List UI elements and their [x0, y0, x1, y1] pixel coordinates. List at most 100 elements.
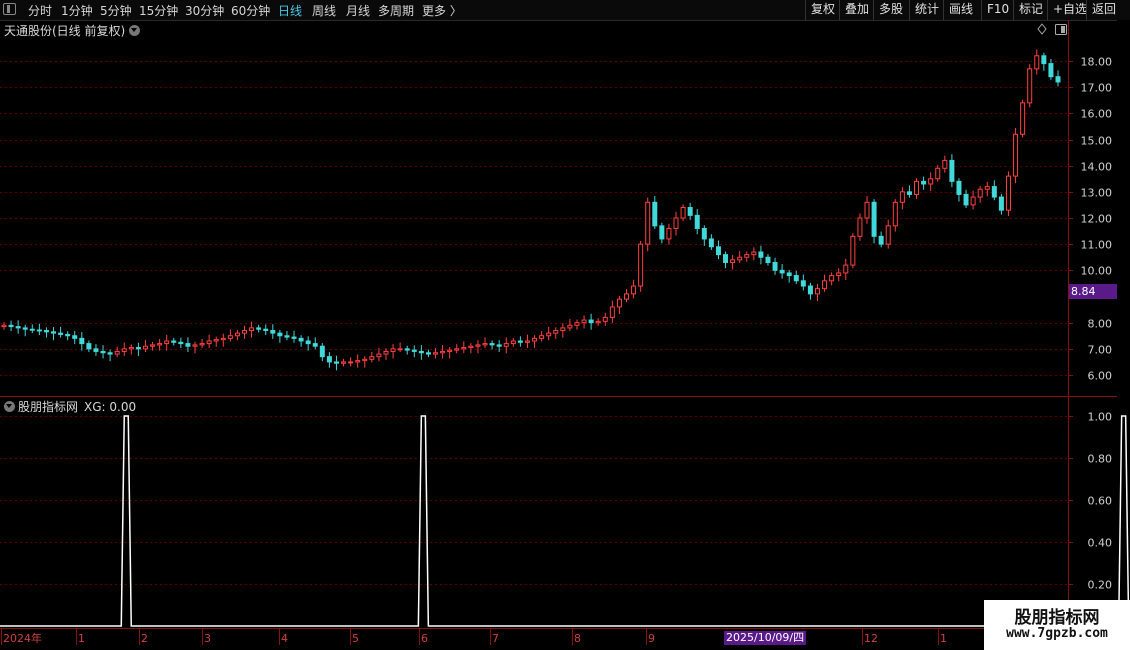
candle-body-148 [1048, 63, 1054, 78]
candle-body-105 [744, 254, 750, 258]
candle-body-129 [914, 180, 920, 195]
candle-body-70 [496, 344, 502, 347]
candle-body-118 [836, 272, 842, 277]
watermark-title: 股朋指标网 [1014, 608, 1100, 628]
x-label-9: 9 [648, 632, 655, 645]
candle-body-43 [305, 340, 311, 345]
candle-body-89 [631, 285, 637, 295]
candle-body-106 [751, 251, 757, 256]
candle-body-20 [142, 345, 148, 350]
candle-body-114 [807, 285, 813, 295]
candle-body-37 [263, 328, 269, 332]
candle-body-86 [609, 306, 615, 318]
candle-body-3 [22, 327, 28, 330]
candle-body-77 [546, 332, 552, 337]
ind-tick-label-2: 0.60 [1088, 495, 1113, 508]
indicator-name: 股朋指标网 [18, 400, 79, 414]
candle-body-75 [532, 337, 538, 342]
candle-body-71 [503, 343, 509, 347]
candle-body-72 [510, 340, 516, 345]
candle-body-22 [157, 343, 163, 346]
main-tick-label-4: 14.00 [1081, 161, 1113, 174]
candle-body-6 [43, 330, 49, 333]
candle-body-110 [779, 269, 785, 274]
candle-body-59 [418, 350, 424, 354]
candle-body-144 [1020, 102, 1026, 135]
candle-body-54 [383, 350, 389, 355]
cursor-date-tag: 2025/10/09/四 [724, 631, 807, 645]
main-chart-svg[interactable]: 18.0017.0016.0015.0014.0013.0012.0011.00… [0, 0, 1130, 650]
candle-body-146 [1034, 55, 1040, 70]
candle-body-52 [369, 356, 375, 360]
candle-body-56 [397, 348, 403, 351]
candle-body-104 [737, 256, 743, 261]
candle-body-90 [638, 243, 644, 287]
candle-body-10 [72, 335, 78, 339]
candle-body-27 [192, 344, 198, 347]
candle-body-49 [348, 361, 354, 364]
candle-body-126 [892, 201, 898, 227]
candle-body-11 [79, 337, 85, 345]
candle-body-63 [447, 349, 453, 352]
candle-body-66 [468, 345, 474, 349]
candle-body-32 [227, 335, 233, 339]
candle-body-122 [864, 201, 870, 219]
candle-body-99 [701, 227, 707, 240]
candle-body-97 [687, 207, 693, 216]
candle-body-79 [560, 327, 566, 332]
candle-body-132 [935, 167, 941, 180]
candle-body-128 [906, 191, 912, 195]
x-label-1: 1 [78, 632, 85, 645]
candle-body-102 [723, 254, 729, 263]
main-tick-label-1: 17.00 [1081, 82, 1113, 95]
candle-body-101 [715, 246, 721, 256]
candle-body-30 [213, 339, 219, 342]
panel-toggle-fill [1061, 26, 1065, 33]
candle-body-18 [128, 347, 134, 350]
main-tick-label-2: 16.00 [1081, 108, 1113, 121]
candle-body-88 [623, 293, 629, 300]
candle-body-61 [433, 352, 439, 355]
candle-body-26 [185, 343, 191, 347]
candle-body-82 [581, 319, 587, 324]
main-tick-label-9: 8.00 [1088, 318, 1113, 331]
candle-body-24 [171, 340, 177, 343]
candle-body-91 [645, 201, 651, 245]
candle-body-64 [454, 348, 460, 351]
main-tick-label-7: 11.00 [1081, 239, 1113, 252]
candle-body-47 [333, 361, 339, 364]
candle-body-138 [977, 188, 983, 198]
candle-body-17 [121, 348, 127, 352]
candle-body-68 [482, 343, 488, 346]
chevron-down-icon[interactable] [4, 401, 15, 412]
diamond-icon [1037, 23, 1047, 35]
candle-body-1 [8, 324, 14, 328]
main-tick-label-8: 10.00 [1081, 265, 1113, 278]
main-tick-label-3: 15.00 [1081, 135, 1113, 148]
candle-body-109 [772, 261, 778, 271]
candle-body-149 [1055, 76, 1061, 83]
candle-body-143 [1013, 133, 1019, 177]
x-label-11: 1 [940, 632, 947, 645]
candle-body-120 [850, 235, 856, 266]
candle-body-107 [758, 251, 764, 258]
main-tick-label-5: 13.00 [1081, 187, 1113, 200]
candle-body-145 [1027, 68, 1033, 104]
candle-body-4 [29, 328, 35, 331]
candle-body-142 [1005, 175, 1011, 211]
candle-body-55 [390, 348, 396, 352]
indicator-title[interactable]: 股朋指标网 XG: 0.00 [4, 398, 136, 415]
candle-body-65 [461, 347, 467, 350]
candle-body-15 [107, 352, 113, 355]
xg-signal-line [0, 415, 1130, 627]
candle-body-85 [602, 316, 608, 322]
candle-body-95 [673, 217, 679, 229]
candle-body-69 [489, 343, 495, 346]
candle-body-34 [242, 330, 248, 334]
candle-body-38 [270, 330, 276, 334]
main-tick-label-0: 18.00 [1081, 56, 1113, 69]
candle-body-137 [970, 196, 976, 206]
candle-body-127 [899, 191, 905, 203]
candle-body-12 [86, 343, 92, 350]
candle-body-2 [15, 326, 21, 329]
